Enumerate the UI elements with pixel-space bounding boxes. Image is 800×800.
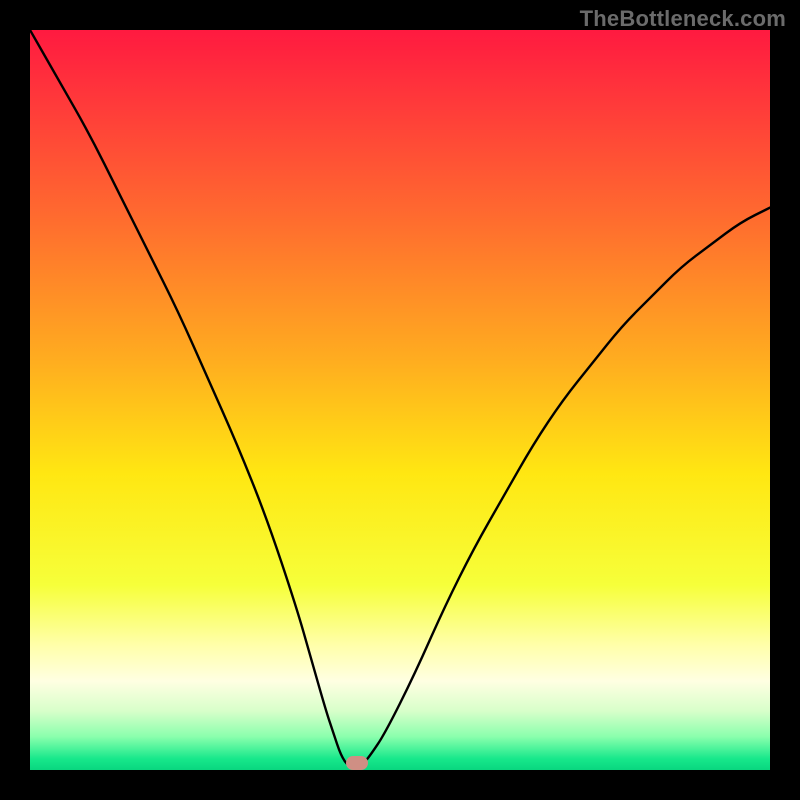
chart-frame: TheBottleneck.com	[0, 0, 800, 800]
optimum-marker	[346, 756, 368, 770]
bottleneck-curve	[30, 30, 770, 766]
curve-layer	[30, 30, 770, 770]
plot-area	[30, 30, 770, 770]
watermark-text: TheBottleneck.com	[580, 6, 786, 32]
